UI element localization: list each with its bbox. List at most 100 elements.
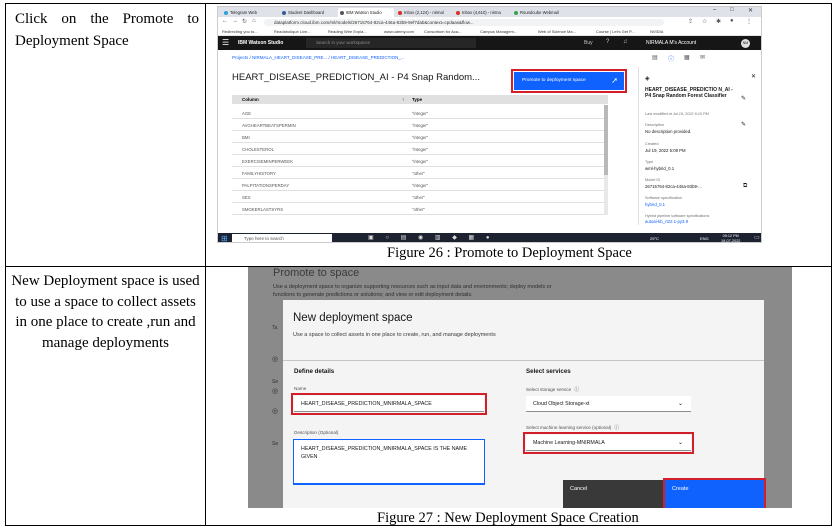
account-switcher[interactable]: NIRMALA M's Account	[646, 40, 696, 46]
ibm-header: ☰ IBM Watson Studio Search in your works…	[218, 36, 761, 50]
figure-cell: Promote to space Use a deployment space …	[206, 267, 833, 526]
back-icon[interactable]: ←	[222, 18, 228, 24]
bookmark[interactable]: Reading Wire Expla...	[328, 28, 367, 35]
background-radio-icon: ◎	[272, 408, 279, 415]
notification-icon[interactable]: ♫	[623, 39, 628, 45]
address-bar: ← → ↻ ⌂ dataplatform.cloud.ibm.com/ml/mo…	[218, 17, 761, 27]
minimize-icon[interactable]: –	[713, 7, 716, 13]
column-name: SEX	[242, 195, 251, 200]
created-value: Jul 19, 2022 5:09 PM	[645, 148, 686, 153]
info-icon[interactable]: ⓘ	[614, 425, 619, 431]
last-modified: Last modified at Jul 19, 2022 5:10 PM	[645, 112, 709, 116]
profile-icon[interactable]: ●	[730, 18, 734, 24]
description-value: No description provided.	[645, 129, 692, 134]
edit-icon[interactable]: ✎	[741, 95, 746, 102]
browser-tab[interactable]: Telegram Web	[222, 8, 278, 17]
browser-tab[interactable]: Inbox (4,610) - nirma	[454, 8, 510, 17]
clock[interactable]: 05:12 PM 19-07-2022	[721, 234, 740, 242]
close-icon[interactable]: ✕	[748, 7, 753, 14]
table-row: AGE "integer"	[232, 109, 608, 119]
bookmark[interactable]: Campus Managem...	[480, 28, 517, 35]
breadcrumb[interactable]: Projects / NIRMALA_HEART_DISEASE_PRE... …	[232, 55, 405, 60]
scrollbar-thumb[interactable]	[604, 105, 608, 175]
description-label: Description (Optional)	[294, 430, 339, 435]
browser-tab[interactable]: Student Dashboard	[280, 8, 336, 17]
edit-description-icon[interactable]: ✎	[741, 121, 746, 128]
storage-service-select[interactable]: Cloud Object Storage-xt ⌄	[526, 396, 691, 412]
info-icon: ◈	[645, 76, 650, 82]
sort-icon[interactable]: ↑	[402, 95, 404, 104]
pipeline-spec-link[interactable]: autoai-kb_rt22.1-py3.9	[645, 219, 688, 224]
info-tab-icon[interactable]: ⓘ	[668, 54, 674, 63]
help-icon[interactable]: ?	[606, 39, 609, 45]
scrollbar[interactable]	[604, 105, 608, 215]
background-page-title: Promote to space	[273, 267, 360, 279]
pipeline-spec-label: Hybrid pipeline software specifications	[645, 214, 710, 218]
more-icon[interactable]: ⋮	[746, 18, 752, 25]
step-description: Click on the Promote to Deployment Space	[15, 11, 199, 49]
column-header[interactable]: Column	[242, 95, 259, 104]
chat-icon[interactable]: ✉	[700, 54, 705, 61]
bookmark[interactable]: NVIDIA	[650, 28, 663, 35]
weather-text: 29°C	[650, 236, 659, 241]
cancel-button[interactable]: Cancel	[563, 480, 665, 508]
maximize-icon[interactable]: □	[730, 7, 734, 13]
bookmark[interactable]: Redirecting you to...	[222, 28, 258, 35]
windows-start-icon[interactable]: ⊞	[221, 234, 228, 242]
browser-tab-active[interactable]: IBM Watson Studio	[338, 8, 394, 17]
table-header: Column ↑ Type	[232, 95, 608, 104]
ml-service-value: Machine Learning-MNIRMALA	[533, 440, 605, 446]
language-indicator[interactable]: ENG	[700, 236, 709, 241]
bookmark[interactable]: Readaholique Live...	[274, 28, 310, 35]
taskbar-app-icons[interactable]: ▣ ○ ▤ ◉ ▥ ◆ ▦ ●	[368, 234, 494, 241]
table-row: FAMILYHISTORY "other"	[232, 169, 608, 179]
menu-icon[interactable]: ☰	[222, 38, 229, 47]
bookmark[interactable]: Consortium for Aca...	[424, 28, 461, 35]
divider	[283, 360, 764, 361]
column-header[interactable]: Type	[412, 95, 422, 104]
copy-icon[interactable]: ⧉	[743, 183, 747, 190]
extensions-icon[interactable]: ✱	[716, 18, 721, 25]
grid-icon[interactable]: ▦	[684, 54, 690, 61]
home-icon[interactable]: ⌂	[252, 18, 256, 24]
share-icon[interactable]: ⇪	[688, 18, 693, 25]
browser-tab[interactable]: Inbox (2,124) - nirmal	[396, 8, 452, 17]
background-radio-icon: ◎	[272, 356, 279, 363]
view-icon[interactable]: ▤	[652, 54, 658, 61]
type-label: Type	[645, 160, 654, 164]
forward-icon[interactable]: →	[232, 18, 238, 24]
column-type: "other"	[412, 195, 425, 200]
close-panel-icon[interactable]: ✕	[751, 73, 756, 80]
reload-icon[interactable]: ↻	[242, 18, 247, 25]
description-textarea[interactable]: HEART_DISEASE_PREDICTION_MNIRMALA_SPACE …	[293, 439, 485, 485]
create-button[interactable]: Create	[663, 478, 766, 508]
table-row: SEX "other"	[232, 193, 608, 203]
info-icon[interactable]: ⓘ	[574, 387, 579, 393]
created-label: Created	[645, 142, 659, 146]
browser-tab[interactable]: Roundcube Webmail	[512, 8, 572, 17]
avatar[interactable]: NM	[741, 38, 750, 48]
bookmarks-bar: Redirecting you to... Readaholique Live.…	[218, 27, 761, 36]
search-input[interactable]: Search in your workspaces	[306, 38, 476, 48]
column-name: BMI	[242, 135, 250, 140]
table-row: PALPITATIONSPERDAY "integer"	[232, 181, 608, 191]
new-deployment-space-modal: New deployment space Use a space to coll…	[283, 300, 766, 508]
ml-service-label: Select machine learning service (optiona…	[526, 425, 620, 431]
notification-center-icon[interactable]: ▭	[754, 234, 760, 241]
ml-service-select[interactable]: Machine Learning-MNIRMALA ⌄	[523, 432, 694, 454]
star-icon[interactable]: ☆	[702, 18, 707, 25]
buy-link[interactable]: Buy	[584, 40, 593, 46]
bookmark[interactable]: www.udemy.com	[384, 28, 414, 35]
column-type: "integer"	[412, 135, 429, 140]
background-text-fragment: Se	[272, 379, 279, 385]
step-description-cell: Click on the Promote to Deployment Space	[6, 4, 206, 266]
software-spec-link[interactable]: hybrid_0.1	[645, 202, 665, 207]
promote-to-deployment-space-button[interactable]: Promote to deployment space ➚	[511, 69, 627, 93]
browser-tab-bar: Telegram Web Student Dashboard IBM Watso…	[218, 7, 761, 17]
url-field[interactable]: dataplatform.cloud.ibm.com/ml/models/267…	[264, 18, 664, 26]
bookmark[interactable]: Course | Let's Get P...	[596, 28, 635, 35]
column-name: CHOLESTEROL	[242, 147, 274, 152]
bookmark[interactable]: Web of Science Ma...	[538, 28, 576, 35]
taskbar-search[interactable]: Type here to search	[232, 234, 332, 242]
name-input[interactable]: HEART_DISEASE_PREDICTION_MNIRMALA_SPACE	[291, 393, 487, 415]
